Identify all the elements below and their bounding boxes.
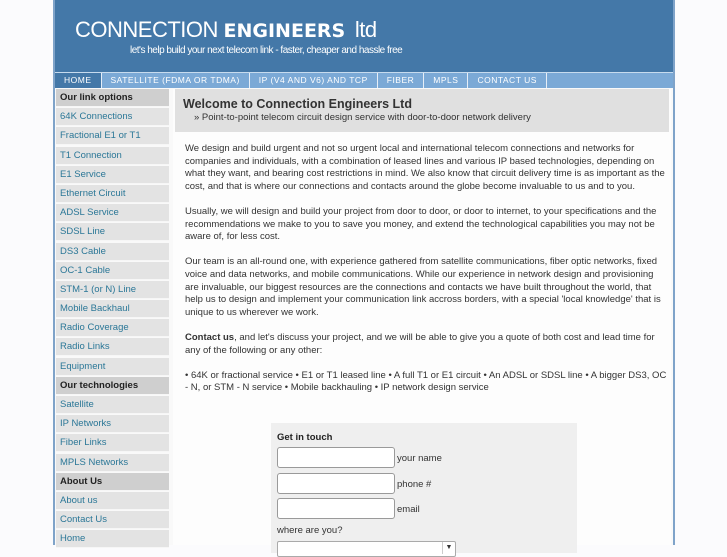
paragraph-intro: We design and build urgent and not so ur…: [185, 143, 665, 192]
main-content: Welcome to Connection Engineers Ltd » Po…: [173, 89, 671, 557]
welcome-banner: Welcome to Connection Engineers Ltd » Po…: [175, 89, 669, 132]
page-container: CONNECTION ENGINEERS ltd let's help buil…: [53, 0, 675, 557]
sidebar-item-satellite[interactable]: Satellite: [56, 396, 169, 414]
location-select[interactable]: ▼: [277, 541, 456, 557]
site-tagline: let's help build your next telecom link …: [130, 45, 403, 56]
sidebar-item-equipment[interactable]: Equipment: [56, 357, 169, 376]
nav-satellite[interactable]: SATELLITE (FDMA OR TDMA): [102, 73, 250, 88]
contact-us-link[interactable]: Contact us: [185, 332, 234, 343]
nav-contact-us[interactable]: CONTACT US: [468, 73, 547, 88]
form-title: Get in touch: [277, 432, 333, 443]
page-title: Welcome to Connection Engineers Ltd: [183, 97, 412, 111]
nav-fiber[interactable]: FIBER: [378, 73, 425, 88]
sidebar-item-mpls-networks[interactable]: MPLS Networks: [56, 453, 169, 472]
nav-home[interactable]: HOME: [55, 73, 102, 88]
email-label: email: [397, 504, 420, 515]
paragraph-contact: Contact us, and let's discuss your proje…: [185, 332, 669, 357]
logo-text-engineers: ENGINEERS: [223, 20, 346, 42]
chevron-down-icon: ▼: [442, 542, 455, 554]
sidebar: Our link options 64K Connections Fractio…: [56, 89, 169, 550]
sidebar-item-ip-networks[interactable]: IP Networks: [56, 415, 169, 434]
sidebar-heading-technologies: Our technologies: [56, 376, 169, 395]
location-label: where are you?: [277, 525, 343, 536]
sidebar-item-e1-service[interactable]: E1 Service: [56, 165, 169, 184]
page-subtitle: » Point-to-point telecom circuit design …: [194, 112, 531, 123]
sidebar-item-sdsl-line[interactable]: SDSL Line: [56, 223, 169, 242]
contact-text: , and let's discuss your project, and we…: [185, 331, 655, 356]
logo-text-ltd: ltd: [354, 17, 377, 42]
intro-text: We design and build urgent and not so ur…: [185, 143, 669, 407]
sidebar-item-radio-coverage[interactable]: Radio Coverage: [56, 319, 169, 338]
logo-text-connection: CONNECTION: [75, 17, 218, 42]
name-label: your name: [397, 453, 442, 464]
sidebar-item-fiber-links[interactable]: Fiber Links: [56, 434, 169, 453]
nav-mpls[interactable]: MPLS: [424, 73, 469, 88]
sidebar-heading-about: About Us: [56, 472, 169, 491]
top-nav: HOME SATELLITE (FDMA OR TDMA) IP (V4 AND…: [55, 72, 673, 88]
sidebar-item-oc1-cable[interactable]: OC-1 Cable: [56, 261, 169, 280]
site-logo[interactable]: CONNECTION ENGINEERS ltd: [75, 17, 377, 43]
sidebar-item-home[interactable]: Home: [56, 530, 169, 549]
email-input[interactable]: [277, 498, 395, 519]
sidebar-item-about-us[interactable]: About us: [56, 491, 169, 510]
sidebar-item-t1-connection[interactable]: T1 Connection: [56, 146, 169, 165]
sidebar-item-fractional-e1-t1[interactable]: Fractional E1 or T1: [56, 127, 169, 146]
sidebar-item-mobile-backhaul[interactable]: Mobile Backhaul: [56, 300, 169, 319]
nav-ip[interactable]: IP (V4 AND V6) AND TCP: [250, 73, 378, 88]
sidebar-item-stm1-line[interactable]: STM-1 (or N) Line: [56, 280, 169, 299]
sidebar-item-ds3-cable[interactable]: DS3 Cable: [56, 242, 169, 261]
sidebar-item-adsl-service[interactable]: ADSL Service: [56, 204, 169, 223]
paragraph-team: Our team is an all-round one, with exper…: [185, 256, 661, 318]
sidebar-item-radio-links[interactable]: Radio Links: [56, 338, 169, 357]
phone-label: phone #: [397, 479, 432, 490]
sidebar-item-ethernet-circuit[interactable]: Ethernet Circuit: [56, 184, 169, 203]
sidebar-heading-link-options: Our link options: [56, 89, 169, 107]
sidebar-item-contact-us[interactable]: Contact Us: [56, 511, 169, 530]
phone-input[interactable]: [277, 473, 395, 494]
services-list: • 64K or fractional service • E1 or T1 l…: [185, 369, 667, 394]
paragraph-approach: Usually, we will design and build your p…: [185, 205, 657, 243]
name-input[interactable]: [277, 447, 395, 468]
site-header: CONNECTION ENGINEERS ltd let's help buil…: [55, 0, 673, 72]
contact-form: Get in touch your name phone # email whe…: [271, 423, 577, 557]
sidebar-item-64k-connections[interactable]: 64K Connections: [56, 108, 169, 127]
